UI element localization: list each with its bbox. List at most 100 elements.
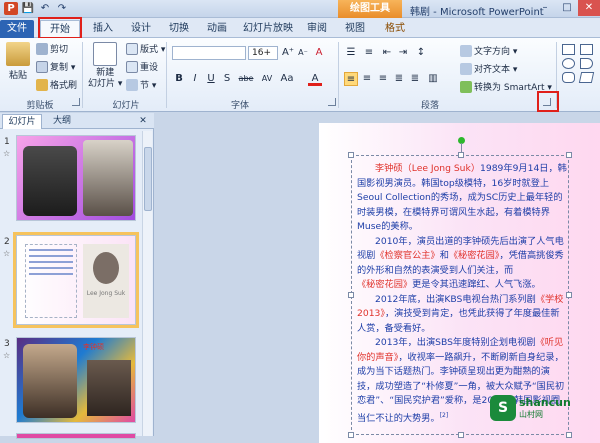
resize-handle[interactable] xyxy=(566,432,572,438)
redo-icon[interactable]: ↷ xyxy=(55,2,69,15)
bullets-icon[interactable]: ☰ xyxy=(344,46,358,60)
reset-button[interactable]: 重设 xyxy=(126,60,158,73)
paragraph-group-label: 段落 xyxy=(420,101,439,111)
tab-outline[interactable]: 大纲 xyxy=(44,114,80,129)
font-size-combo[interactable]: 16+ xyxy=(248,46,278,60)
pane-close-icon[interactable]: ✕ xyxy=(136,114,150,129)
clipboard-launcher-icon[interactable] xyxy=(72,98,80,106)
slides-pane: 幻灯片 大纲 ✕ 1 ☆ 2 ☆ Lee Jong Suk 3 ☆ 李钟硕 xyxy=(0,113,154,439)
align-right-icon[interactable]: ≡ xyxy=(376,72,390,86)
resize-handle[interactable] xyxy=(348,152,354,158)
new-slide-button[interactable]: 新建 幻灯片 ▾ xyxy=(88,42,122,90)
section-icon xyxy=(126,78,138,91)
site-watermark: S shancun 山村网 xyxy=(490,395,571,421)
shape-oval-icon[interactable] xyxy=(562,58,575,69)
paste-button[interactable]: 粘贴 xyxy=(6,42,30,81)
drama-title: 《秘密花园》 xyxy=(448,250,500,261)
columns-icon[interactable]: ▥ xyxy=(426,72,440,86)
maximize-button[interactable]: □ xyxy=(556,0,578,16)
star-icon: ☆ xyxy=(3,149,11,158)
tab-format[interactable]: 格式 xyxy=(378,20,412,38)
shape-parallelogram-icon[interactable] xyxy=(578,72,595,83)
change-case-button[interactable]: Aa xyxy=(278,72,296,86)
font-color-button[interactable]: A xyxy=(308,72,322,86)
italic-button[interactable]: I xyxy=(188,72,202,86)
scissors-icon xyxy=(36,42,48,55)
line-spacing-icon[interactable]: ↕ xyxy=(414,46,428,60)
minimize-button[interactable]: – xyxy=(534,0,556,16)
shape-textbox-icon[interactable] xyxy=(562,44,575,55)
align-text-button[interactable]: 对齐文本 ▾ xyxy=(460,62,517,75)
clear-format-button[interactable]: A xyxy=(312,46,326,60)
quick-access-toolbar: P 💾 ↶ ↷ xyxy=(4,2,69,15)
tab-view[interactable]: 视图 xyxy=(338,20,372,38)
grow-font-button[interactable]: A⁺ xyxy=(281,46,295,60)
slide-number: 3 xyxy=(4,339,10,349)
character-spacing-button[interactable]: AV xyxy=(258,72,276,86)
resize-handle[interactable] xyxy=(566,152,572,158)
clipboard-group-label: 剪贴板 xyxy=(26,101,54,111)
smartart-icon xyxy=(460,80,472,93)
resize-handle[interactable] xyxy=(458,432,464,438)
shape-arrow-icon[interactable] xyxy=(580,58,593,69)
increase-indent-icon[interactable]: ⇥ xyxy=(396,46,410,60)
slide-text-box[interactable]: 李钟硕（Lee Jong Suk）1989年9月14日，韩国影视男演员。韩国to… xyxy=(348,152,572,438)
align-text-icon xyxy=(460,62,472,75)
underline-button[interactable]: U xyxy=(204,72,218,86)
section-button[interactable]: 节 ▾ xyxy=(126,78,156,91)
shape-rect-icon[interactable] xyxy=(580,44,593,55)
reference-mark: [2] xyxy=(439,411,449,419)
text-direction-button[interactable]: 文字方向 ▾ xyxy=(460,44,517,57)
tab-review[interactable]: 审阅 xyxy=(300,20,334,38)
decrease-indent-icon[interactable]: ⇤ xyxy=(380,46,394,60)
slide-thumbnail-3[interactable]: 李钟硕 xyxy=(16,337,136,423)
shape-rounded-icon[interactable] xyxy=(562,72,575,83)
reset-icon xyxy=(126,60,138,73)
copy-icon xyxy=(36,60,48,73)
format-painter-button[interactable]: 格式刷 xyxy=(36,78,77,91)
tab-design[interactable]: 设计 xyxy=(124,20,158,38)
align-center-icon[interactable]: ≡ xyxy=(360,72,374,86)
font-name-combo[interactable] xyxy=(172,46,246,60)
star-icon: ☆ xyxy=(3,351,11,360)
name-text: 李钟硕（Lee Jong Suk） xyxy=(375,163,481,174)
tab-insert[interactable]: 插入 xyxy=(86,20,120,38)
pane-scrollbar[interactable] xyxy=(142,131,152,436)
shadow-button[interactable]: S xyxy=(220,72,234,86)
font-group-label: 字体 xyxy=(230,101,249,111)
numbering-icon[interactable]: ≡ xyxy=(362,46,376,60)
save-icon[interactable]: 💾 xyxy=(21,2,35,15)
resize-handle[interactable] xyxy=(458,152,464,158)
slide-thumbnail-1[interactable] xyxy=(16,135,136,221)
watermark-line2: 山村网 xyxy=(519,410,543,419)
strikethrough-button[interactable]: abe xyxy=(236,72,256,86)
distributed-icon[interactable]: ≣ xyxy=(408,72,422,86)
slide-thumbnail-2[interactable]: Lee Jong Suk xyxy=(13,232,139,328)
tab-slides[interactable]: 幻灯片 xyxy=(2,114,42,129)
tab-animations[interactable]: 动画 xyxy=(200,20,234,38)
bold-button[interactable]: B xyxy=(172,72,186,86)
close-button[interactable]: ✕ xyxy=(578,0,600,16)
ribbon-tab-row: 文件 开始 插入 设计 切换 动画 幻灯片放映 审阅 视图 格式 xyxy=(0,18,600,38)
window-title: 韩剧 - Microsoft PowerPoint xyxy=(410,7,544,18)
layout-button[interactable]: 版式 ▾ xyxy=(126,42,165,55)
undo-icon[interactable]: ↶ xyxy=(38,2,52,15)
tab-file[interactable]: 文件 xyxy=(0,20,34,38)
slide-editor: 李钟硕（Lee Jong Suk）1989年9月14日，韩国影视男演员。韩国to… xyxy=(155,113,600,443)
font-launcher-icon[interactable] xyxy=(328,98,336,106)
photo: Lee Jong Suk xyxy=(83,244,129,318)
justify-icon[interactable]: ≣ xyxy=(392,72,406,86)
slide-thumbnail-4[interactable] xyxy=(16,433,136,439)
bio-text: 2013年，出演SBS年度特别企划电视剧 xyxy=(375,337,536,348)
copy-button[interactable]: 复制 ▾ xyxy=(36,60,75,73)
resize-handle[interactable] xyxy=(348,292,354,298)
tab-transitions[interactable]: 切换 xyxy=(162,20,196,38)
bio-text: ，演技受到肯定，也凭此获得了年度最佳新人赏，备受看好。 xyxy=(357,308,560,334)
drama-title: 《检察官公主》 xyxy=(375,250,440,261)
shrink-font-button[interactable]: A⁻ xyxy=(296,46,310,60)
align-left-icon[interactable]: ≡ xyxy=(344,72,358,86)
shancun-logo-icon: S xyxy=(490,395,516,421)
cut-button[interactable]: 剪切 xyxy=(36,42,68,55)
resize-handle[interactable] xyxy=(348,432,354,438)
tab-slideshow[interactable]: 幻灯片放映 xyxy=(238,20,298,38)
